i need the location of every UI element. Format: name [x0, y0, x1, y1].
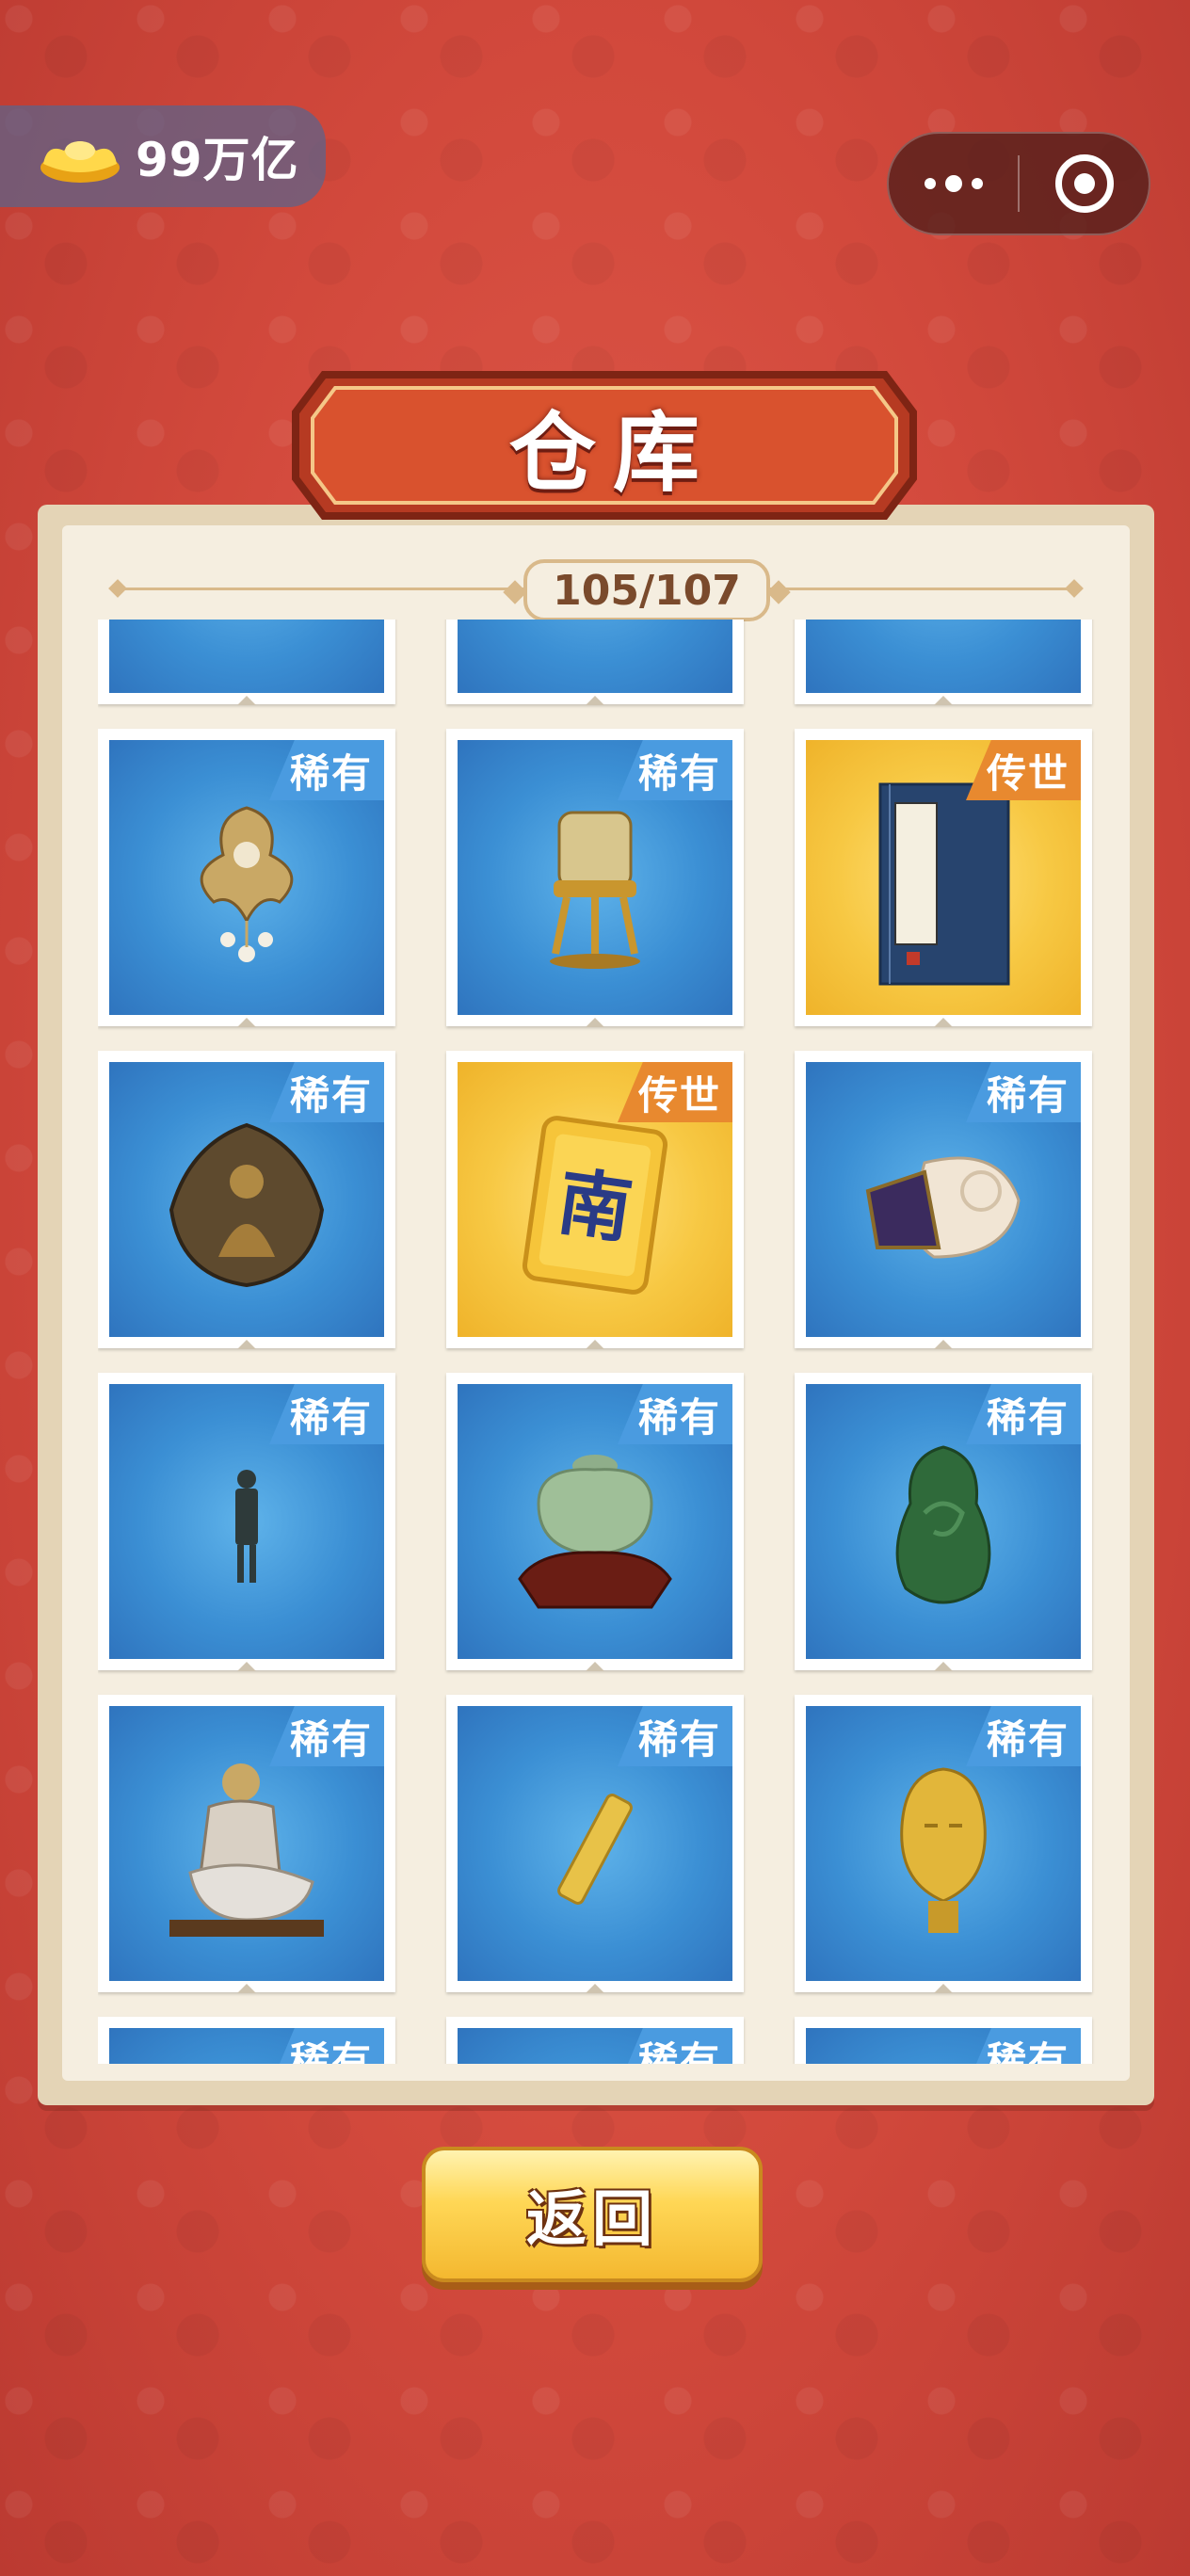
item-image: 稀有 [109, 2028, 384, 2064]
gold-ingot-icon [38, 126, 122, 186]
rarity-tag: 稀有 [618, 1706, 732, 1766]
item-card[interactable]: 南 传世 [446, 1051, 744, 1349]
jade-pendant-icon [895, 1445, 991, 1604]
rarity-tag: 稀有 [269, 2028, 384, 2064]
rarity-tag: 稀有 [966, 1384, 1081, 1444]
item-card[interactable]: 稀有 [98, 1695, 395, 1993]
gold-bar-icon [557, 1793, 633, 1905]
item-image: 稀有 [109, 1062, 384, 1337]
item-card[interactable]: 稀有 [98, 2017, 395, 2064]
bronze-buddha-icon [169, 1122, 325, 1287]
item-image: 稀有 [109, 1706, 384, 1981]
gold-mahjong-icon: 南 [522, 1115, 668, 1295]
item-counter: 105/107 [523, 559, 770, 621]
item-image: 稀有 [806, 1062, 1081, 1337]
item-card[interactable]: 稀有 [446, 729, 744, 1027]
conch-shell-icon [865, 1156, 1021, 1259]
item-card[interactable]: 稀有 [98, 729, 395, 1027]
bronze-figurine-icon [235, 1469, 258, 1583]
currency-display: 99万亿 [0, 105, 326, 207]
currency-amount: 99万亿 [136, 133, 299, 187]
item-image: 稀有 [806, 2028, 1081, 2064]
rarity-tag: 稀有 [269, 1706, 384, 1766]
item-image [109, 620, 384, 693]
rarity-tag: 稀有 [618, 1384, 732, 1444]
item-card[interactable] [98, 620, 395, 705]
item-card[interactable] [446, 620, 744, 705]
item-card[interactable]: 稀有 [795, 1051, 1092, 1349]
rarity-tag: 传世 [966, 740, 1081, 800]
item-card[interactable]: 稀有 [795, 2017, 1092, 2064]
item-card[interactable]: 稀有 [795, 1695, 1092, 1993]
item-card[interactable]: 稀有 [446, 1695, 744, 1993]
rarity-tag: 稀有 [618, 740, 732, 800]
item-image: 稀有 [109, 1384, 384, 1659]
jade-cup-icon [550, 811, 640, 969]
item-card[interactable]: 稀有 [446, 1373, 744, 1671]
miniprogram-capsule [887, 132, 1150, 235]
more-menu-button[interactable] [889, 134, 1018, 233]
rarity-tag: 稀有 [618, 2028, 732, 2064]
item-image [458, 620, 732, 693]
item-image: 传世 [806, 740, 1081, 1015]
item-image: 稀有 [109, 740, 384, 1015]
more-dots-icon [924, 175, 983, 192]
item-card[interactable]: 稀有 [98, 1373, 395, 1671]
item-grid: 稀有 稀有 传世 稀有 南 传世 稀有 稀有 稀有 稀有 稀有 稀有 稀有 稀有… [98, 620, 1092, 2064]
item-card[interactable]: 传世 [795, 729, 1092, 1027]
rarity-tag: 稀有 [269, 1062, 384, 1122]
rarity-tag: 稀有 [966, 1706, 1081, 1766]
rarity-tag: 稀有 [269, 740, 384, 800]
item-card[interactable]: 稀有 [795, 1373, 1092, 1671]
item-image: 稀有 [458, 740, 732, 1015]
page-title: 仓库 [508, 402, 716, 504]
martial-arts-book-icon [878, 782, 1010, 986]
warehouse-panel: 105/107 稀有 稀有 传世 稀有 南 传世 稀有 稀有 稀有 稀有 稀有 … [38, 505, 1154, 2105]
svg-text:南: 南 [553, 1160, 637, 1254]
bodhisattva-statue-icon [169, 1763, 324, 1937]
item-card[interactable]: 稀有 [98, 1051, 395, 1349]
rarity-tag: 稀有 [966, 1062, 1081, 1122]
celadon-jar-icon [518, 1454, 672, 1609]
item-image: 稀有 [458, 2028, 732, 2064]
title-banner: 仓库 [286, 365, 923, 525]
item-image: 稀有 [458, 1384, 732, 1659]
item-card[interactable]: 稀有 [446, 2017, 744, 2064]
panel-inner: 105/107 稀有 稀有 传世 稀有 南 传世 稀有 稀有 稀有 稀有 稀有 … [62, 525, 1130, 2081]
return-button-label: 返回 [526, 2185, 658, 2255]
rarity-tag: 稀有 [269, 1384, 384, 1444]
item-grid-scroll[interactable]: 稀有 稀有 传世 稀有 南 传世 稀有 稀有 稀有 稀有 稀有 稀有 稀有 稀有… [98, 620, 1118, 2064]
close-miniprogram-button[interactable] [1020, 134, 1149, 233]
item-image: 稀有 [806, 1706, 1081, 1981]
rarity-tag: 传世 [618, 1062, 732, 1122]
item-image: 南 传世 [458, 1062, 732, 1337]
item-image [806, 620, 1081, 693]
return-button[interactable]: 返回 [422, 2147, 763, 2282]
gold-buddha-head-icon [900, 1767, 987, 1933]
target-circle-icon [1054, 154, 1114, 213]
phoenix-hairpin-icon [200, 806, 294, 962]
item-card[interactable] [795, 620, 1092, 705]
item-image: 稀有 [806, 1384, 1081, 1659]
item-image: 稀有 [458, 1706, 732, 1981]
rarity-tag: 稀有 [966, 2028, 1081, 2064]
